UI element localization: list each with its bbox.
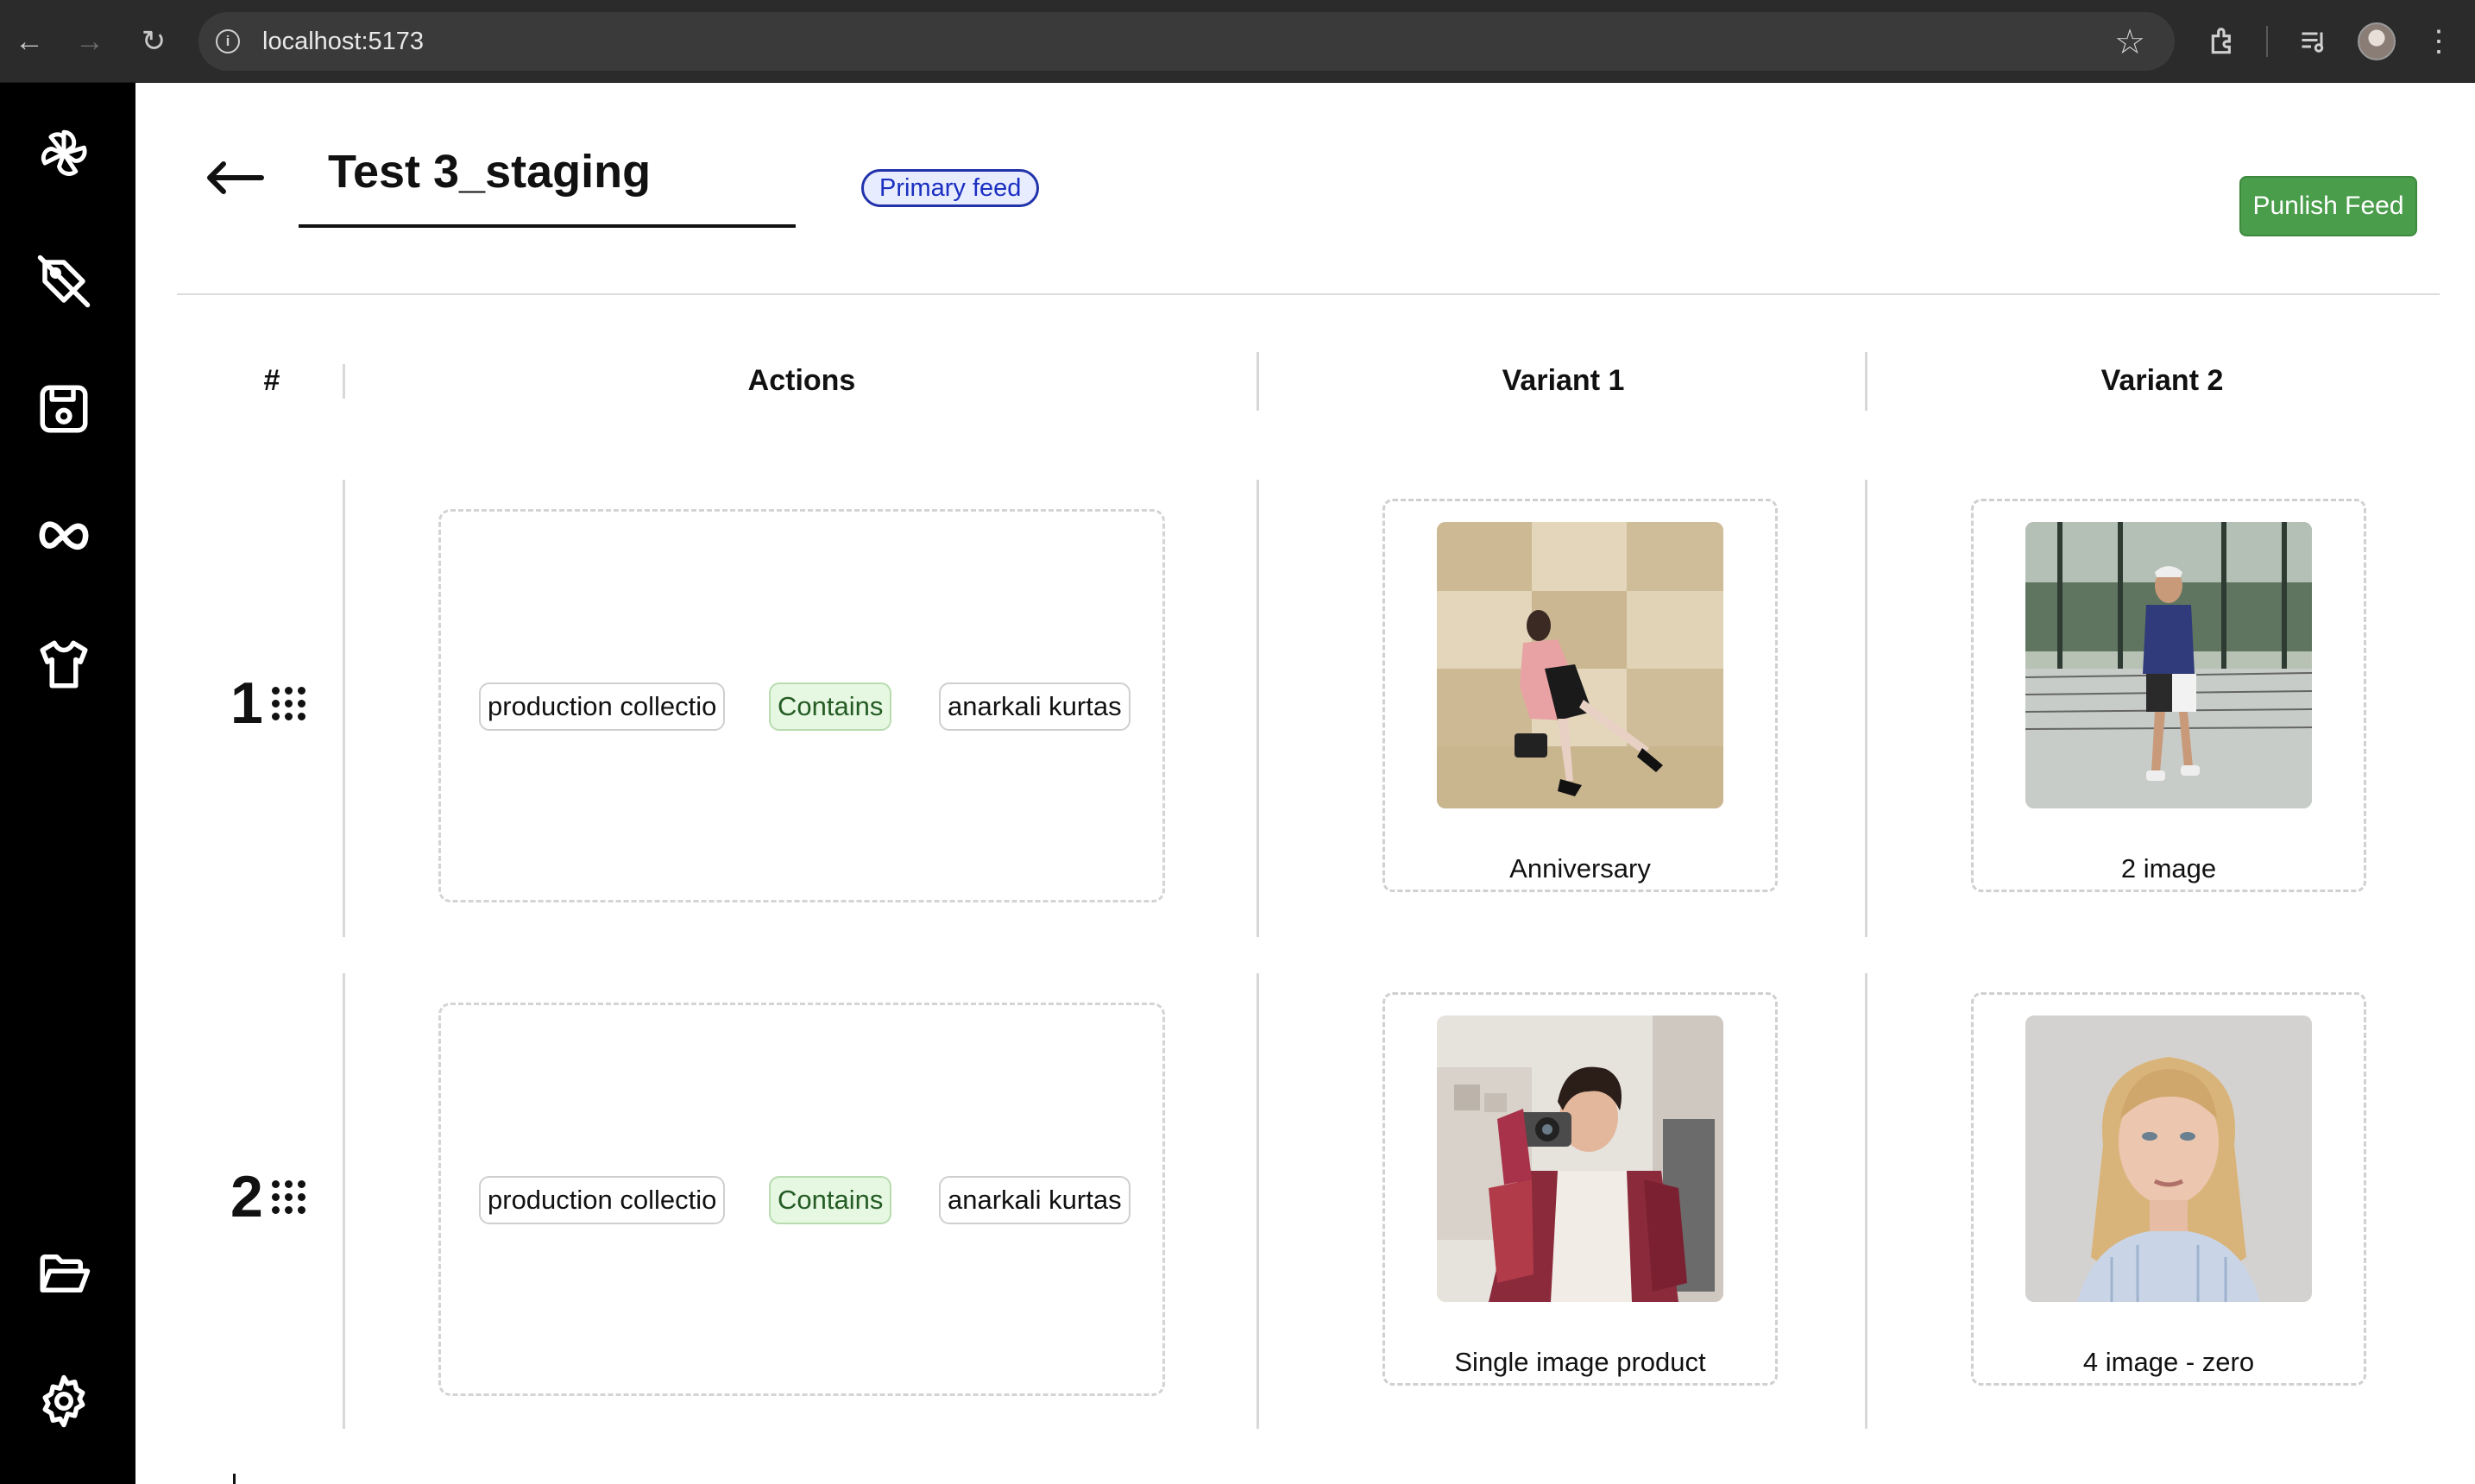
browser-forward-icon[interactable]: → [71,21,109,62]
tag-off-icon[interactable] [33,250,95,312]
product-image-woman-pink-coat [1437,522,1723,808]
app-sidebar [0,83,135,1484]
toolbar-separator [2266,26,2268,57]
media-controls-icon[interactable] [2292,19,2335,64]
row-2-divider-2 [1256,973,1259,1429]
column-header-actions: Actions [747,364,856,397]
action-rule-box[interactable]: production collectio Contains anarkali k… [438,509,1165,902]
bookmark-star-icon[interactable]: ☆ [2114,22,2145,62]
row-1-divider-2 [1256,480,1259,937]
browser-menu-icon[interactable]: ⋮ [2421,19,2456,64]
site-info-icon[interactable]: i [216,29,240,53]
row-index: 2 [230,1164,263,1229]
operator-chip[interactable]: Contains [769,1176,892,1224]
add-row-handle[interactable] [233,1474,236,1484]
variant-card[interactable]: 2 image [1971,499,2366,892]
action-rule-box[interactable]: production collectio Contains anarkali k… [438,1003,1165,1396]
product-image-blonde-woman-portrait [2025,1016,2312,1302]
operator-chip[interactable]: Contains [769,682,892,731]
header-divider-3 [1865,352,1867,411]
variant-card[interactable]: Single image product [1382,992,1778,1386]
row-2-divider-3 [1865,973,1867,1429]
header-divider-2 [1256,352,1259,411]
header-divider-1 [343,364,345,399]
row-number: 2 [230,1163,305,1230]
variant-card[interactable]: Anniversary [1382,499,1778,892]
tshirt-icon[interactable] [33,633,95,695]
product-image-man-tennis-court [2025,522,2312,808]
primary-feed-badge: Primary feed [861,169,1040,207]
feed-editor: Test 3_staging Primary feed Punlish Feed… [135,83,2475,1484]
save-disk-icon[interactable] [33,378,95,440]
browser-back-icon[interactable]: ← [10,21,48,62]
field-chip[interactable]: production collectio [479,1176,726,1224]
pinwheel-logo-icon[interactable] [33,123,95,185]
row-1-divider-1 [343,480,345,937]
settings-gear-icon[interactable] [33,1370,95,1432]
extensions-icon[interactable] [2202,19,2245,64]
row-1-divider-3 [1865,480,1867,937]
publish-feed-button[interactable]: Punlish Feed [2239,176,2417,236]
variant-label: 4 image - zero [2082,1347,2255,1377]
feed-title-field[interactable]: Test 3_staging [299,143,796,228]
variant-label: Single image product [1454,1347,1706,1377]
meta-logo-icon[interactable] [33,506,95,568]
variant-label: 2 image [2120,853,2217,883]
row-index: 1 [230,670,263,736]
profile-avatar[interactable] [2358,22,2396,60]
variant-card[interactable]: 4 image - zero [1971,992,2366,1386]
column-header-variant-2: Variant 2 [2100,364,2224,397]
row-number: 1 [230,670,305,737]
row-2-divider-1 [343,973,345,1429]
back-arrow-icon[interactable] [205,152,265,204]
page-title[interactable]: Test 3_staging [328,145,651,198]
variant-label: Anniversary [1509,853,1651,883]
value-chip[interactable]: anarkali kurtas [939,682,1130,731]
address-bar[interactable]: i localhost:5173 ☆ [198,12,2175,71]
reload-icon[interactable]: ↻ [135,21,173,62]
header-divider [177,293,2440,295]
browser-toolbar: ← → ↻ i localhost:5173 ☆ ⋮ [0,0,2475,83]
field-chip[interactable]: production collectio [479,682,726,731]
column-header-number: # [263,364,280,397]
value-chip[interactable]: anarkali kurtas [939,1176,1130,1224]
folder-open-icon[interactable] [33,1242,95,1305]
drag-handle-icon[interactable] [271,1179,305,1214]
column-header-variant-1: Variant 1 [1502,364,1625,397]
product-image-man-camera [1437,1016,1723,1302]
url-text: localhost:5173 [262,28,425,55]
drag-handle-icon[interactable] [271,686,305,720]
